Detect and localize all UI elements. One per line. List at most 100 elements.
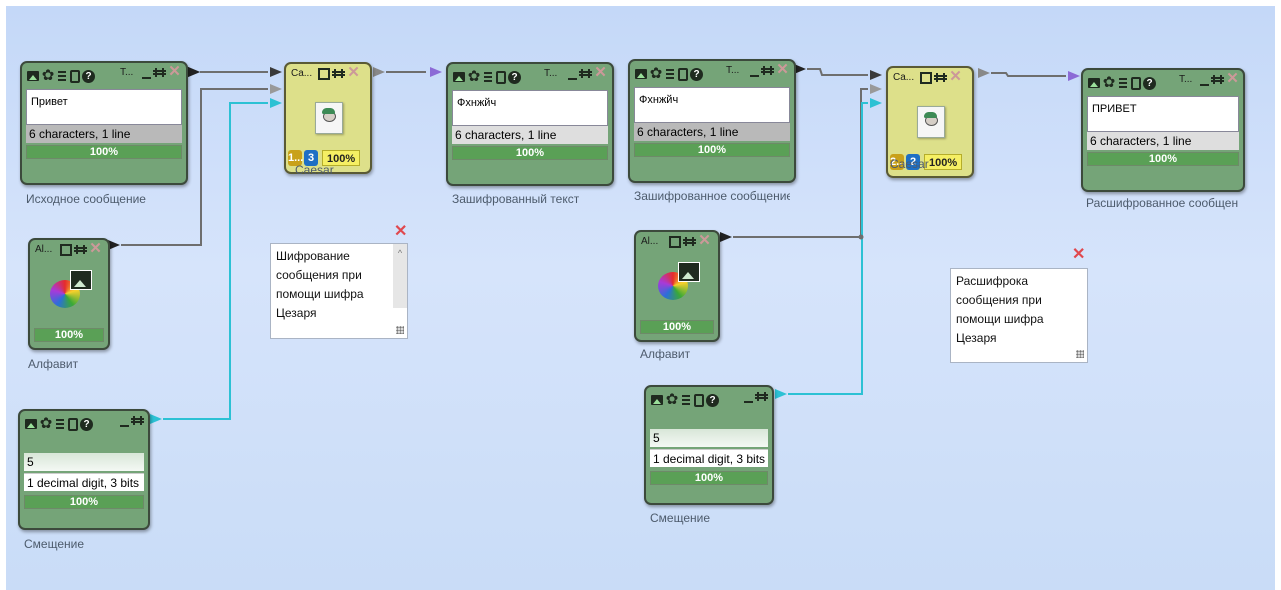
clipboard-icon[interactable] xyxy=(70,69,80,83)
node-alphabet-1[interactable]: Al... ✕ 100% xyxy=(28,238,110,350)
maximize-icon[interactable] xyxy=(755,390,768,403)
image-icon[interactable] xyxy=(650,393,664,407)
number-input[interactable]: 5 xyxy=(24,453,144,471)
help-icon[interactable]: ? xyxy=(1143,76,1156,90)
gear-icon[interactable]: ✿ xyxy=(665,392,679,407)
log-icon[interactable] xyxy=(56,418,64,430)
close-icon[interactable]: ✕ xyxy=(594,65,607,80)
minimize-icon[interactable] xyxy=(744,391,753,403)
node-shift-2[interactable]: ✿ ? 5 1 decimal digit, 3 bits 100% xyxy=(644,385,774,505)
maximize-icon[interactable] xyxy=(1211,73,1224,86)
input-connector[interactable] xyxy=(430,67,442,77)
minimize-icon[interactable] xyxy=(142,67,151,79)
close-icon[interactable]: ✕ xyxy=(347,65,360,80)
text-input[interactable]: Фхнжйч xyxy=(452,90,608,126)
input-connector[interactable] xyxy=(870,84,882,94)
text-input[interactable]: ПРИВЕТ xyxy=(1087,96,1239,132)
help-icon[interactable]: ? xyxy=(690,67,703,81)
image-icon[interactable] xyxy=(452,70,466,84)
maximize-icon[interactable] xyxy=(920,71,932,84)
resize-grip-icon[interactable] xyxy=(396,326,404,334)
gear-icon[interactable]: ✿ xyxy=(649,66,663,81)
comment-text[interactable]: Шифрование сообщения при помощи шифра Це… xyxy=(270,243,408,339)
node-caesar-1[interactable]: Ca... ✕ 1... 3 100% xyxy=(284,62,372,174)
close-icon[interactable]: ✕ xyxy=(394,221,407,241)
restore-icon[interactable] xyxy=(683,235,696,248)
restore-icon[interactable] xyxy=(934,71,947,84)
maximize-icon[interactable] xyxy=(60,243,72,256)
gear-icon[interactable]: ✿ xyxy=(467,69,481,84)
help-icon[interactable]: ? xyxy=(508,70,521,84)
node-source-text[interactable]: ✿ ? T... ✕ Привет 6 characters, 1 line 1… xyxy=(20,61,188,185)
close-icon[interactable]: ✕ xyxy=(1226,71,1239,86)
close-icon[interactable]: ✕ xyxy=(168,64,181,79)
output-connector[interactable] xyxy=(186,66,201,78)
workspace-canvas[interactable]: ✿ ? T... ✕ Привет 6 characters, 1 line 1… xyxy=(6,6,1275,590)
node-shift-1[interactable]: ✿ ? 5 1 decimal digit, 3 bits 100% xyxy=(18,409,150,530)
maximize-icon[interactable] xyxy=(318,67,330,80)
text-input[interactable]: Привет xyxy=(26,89,182,125)
text-input[interactable]: Фхнжйч xyxy=(634,87,790,123)
node-decrypted-message[interactable]: ✿ ? T... ✕ ПРИВЕТ 6 characters, 1 line 1… xyxy=(1081,68,1245,192)
maximize-icon[interactable] xyxy=(669,235,681,248)
image-icon[interactable] xyxy=(26,69,40,83)
maximize-icon[interactable] xyxy=(579,67,592,80)
close-icon[interactable]: ✕ xyxy=(1072,244,1085,264)
input-connector[interactable] xyxy=(870,98,882,108)
comment-scrollbar[interactable]: ^ xyxy=(393,244,407,308)
node-caption: Зашифрованное сообщение xyxy=(634,189,790,203)
output-connector[interactable] xyxy=(373,67,385,77)
node-encrypted-text[interactable]: ✿ ? T... ✕ Фхнжйч 6 characters, 1 line 1… xyxy=(446,62,614,186)
restore-icon[interactable] xyxy=(74,243,87,256)
input-connector[interactable] xyxy=(270,67,282,77)
maximize-icon[interactable] xyxy=(153,66,166,79)
comment-text[interactable]: Расшифрока сообщения при помощи шифра Це… xyxy=(950,268,1088,363)
restore-icon[interactable] xyxy=(332,67,345,80)
gear-icon[interactable]: ✿ xyxy=(1102,75,1116,90)
maximize-icon[interactable] xyxy=(761,64,774,77)
clipboard-icon[interactable] xyxy=(68,417,78,431)
help-icon[interactable]: ? xyxy=(706,393,719,407)
log-icon[interactable] xyxy=(682,394,690,406)
log-icon[interactable] xyxy=(1119,77,1127,89)
image-icon[interactable] xyxy=(1087,76,1101,90)
clipboard-icon[interactable] xyxy=(678,67,688,81)
wire-encrypted-to-caesar2[interactable] xyxy=(807,68,868,76)
close-icon[interactable]: ✕ xyxy=(949,69,962,84)
log-icon[interactable] xyxy=(484,71,492,83)
input-connector[interactable] xyxy=(870,70,882,80)
gear-icon[interactable]: ✿ xyxy=(39,416,53,431)
clipboard-icon[interactable] xyxy=(694,393,704,407)
close-icon[interactable]: ✕ xyxy=(776,62,789,77)
minimize-icon[interactable] xyxy=(120,415,129,427)
close-icon[interactable]: ✕ xyxy=(89,241,102,256)
clipboard-icon[interactable] xyxy=(1131,76,1141,90)
minimize-icon[interactable] xyxy=(1200,74,1209,86)
number-input[interactable]: 5 xyxy=(650,429,768,447)
output-connector[interactable] xyxy=(978,68,990,78)
log-icon[interactable] xyxy=(666,68,674,80)
minimize-icon[interactable] xyxy=(568,68,577,80)
input-connector[interactable] xyxy=(1068,71,1080,81)
resize-grip-icon[interactable] xyxy=(1076,350,1084,358)
output-connector[interactable] xyxy=(150,414,162,424)
wire-shift2-to-caesar2[interactable] xyxy=(788,102,868,395)
minimize-icon[interactable] xyxy=(750,65,759,77)
node-encrypted-message[interactable]: ✿ ? T... ✕ Фхнжйч 6 characters, 1 line 1… xyxy=(628,59,796,183)
help-icon[interactable]: ? xyxy=(82,69,95,83)
image-icon[interactable] xyxy=(24,417,38,431)
input-connector[interactable] xyxy=(270,98,282,108)
log-icon[interactable] xyxy=(58,70,66,82)
close-icon[interactable]: ✕ xyxy=(698,233,711,248)
clipboard-icon[interactable] xyxy=(496,70,506,84)
image-icon[interactable] xyxy=(634,67,648,81)
output-connector[interactable] xyxy=(720,232,732,242)
help-icon[interactable]: ? xyxy=(80,417,93,431)
maximize-icon[interactable] xyxy=(131,414,144,427)
wire-caesar2-to-decrypted[interactable] xyxy=(991,72,1066,77)
gear-icon[interactable]: ✿ xyxy=(41,68,55,83)
output-connector[interactable] xyxy=(775,389,787,399)
caesar-icon xyxy=(315,102,343,134)
input-connector[interactable] xyxy=(270,84,282,94)
node-alphabet-2[interactable]: Al... ✕ 100% xyxy=(634,230,720,342)
